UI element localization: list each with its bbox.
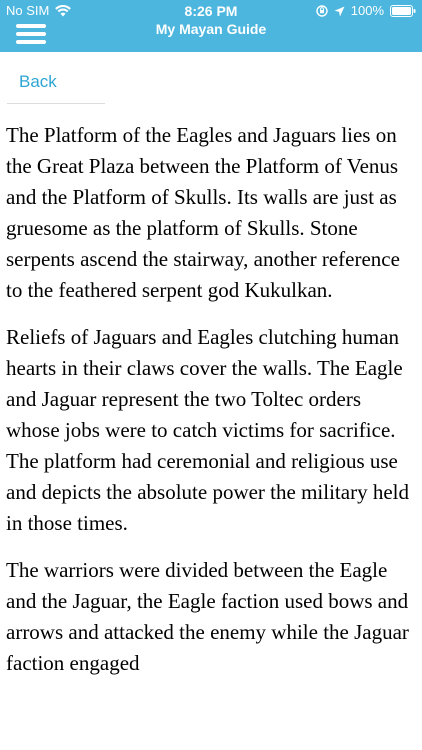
location-arrow-icon: [334, 6, 345, 17]
back-container: Back: [7, 70, 105, 104]
nav-bar: My Mayan Guide: [0, 20, 422, 52]
status-right: 100%: [316, 0, 416, 22]
status-bar: No SIM 8:26 PM 100%: [0, 0, 422, 22]
article-content: The Platform of the Eagles and Jaguars l…: [6, 120, 416, 695]
article-paragraph-2: Reliefs of Jaguars and Eagles clutching …: [6, 325, 409, 535]
lock-rotation-icon: [316, 5, 328, 17]
app-title: My Mayan Guide: [155, 21, 267, 37]
article-paragraph-1: The Platform of the Eagles and Jaguars l…: [6, 123, 400, 302]
battery-percentage: 100%: [350, 3, 384, 18]
back-link[interactable]: Back: [19, 72, 57, 92]
app-header: No SIM 8:26 PM 100% My Mayan Guide: [0, 0, 422, 52]
article-paragraph-3: The warriors were divided between the Ea…: [6, 558, 409, 675]
battery-icon: [390, 5, 416, 17]
